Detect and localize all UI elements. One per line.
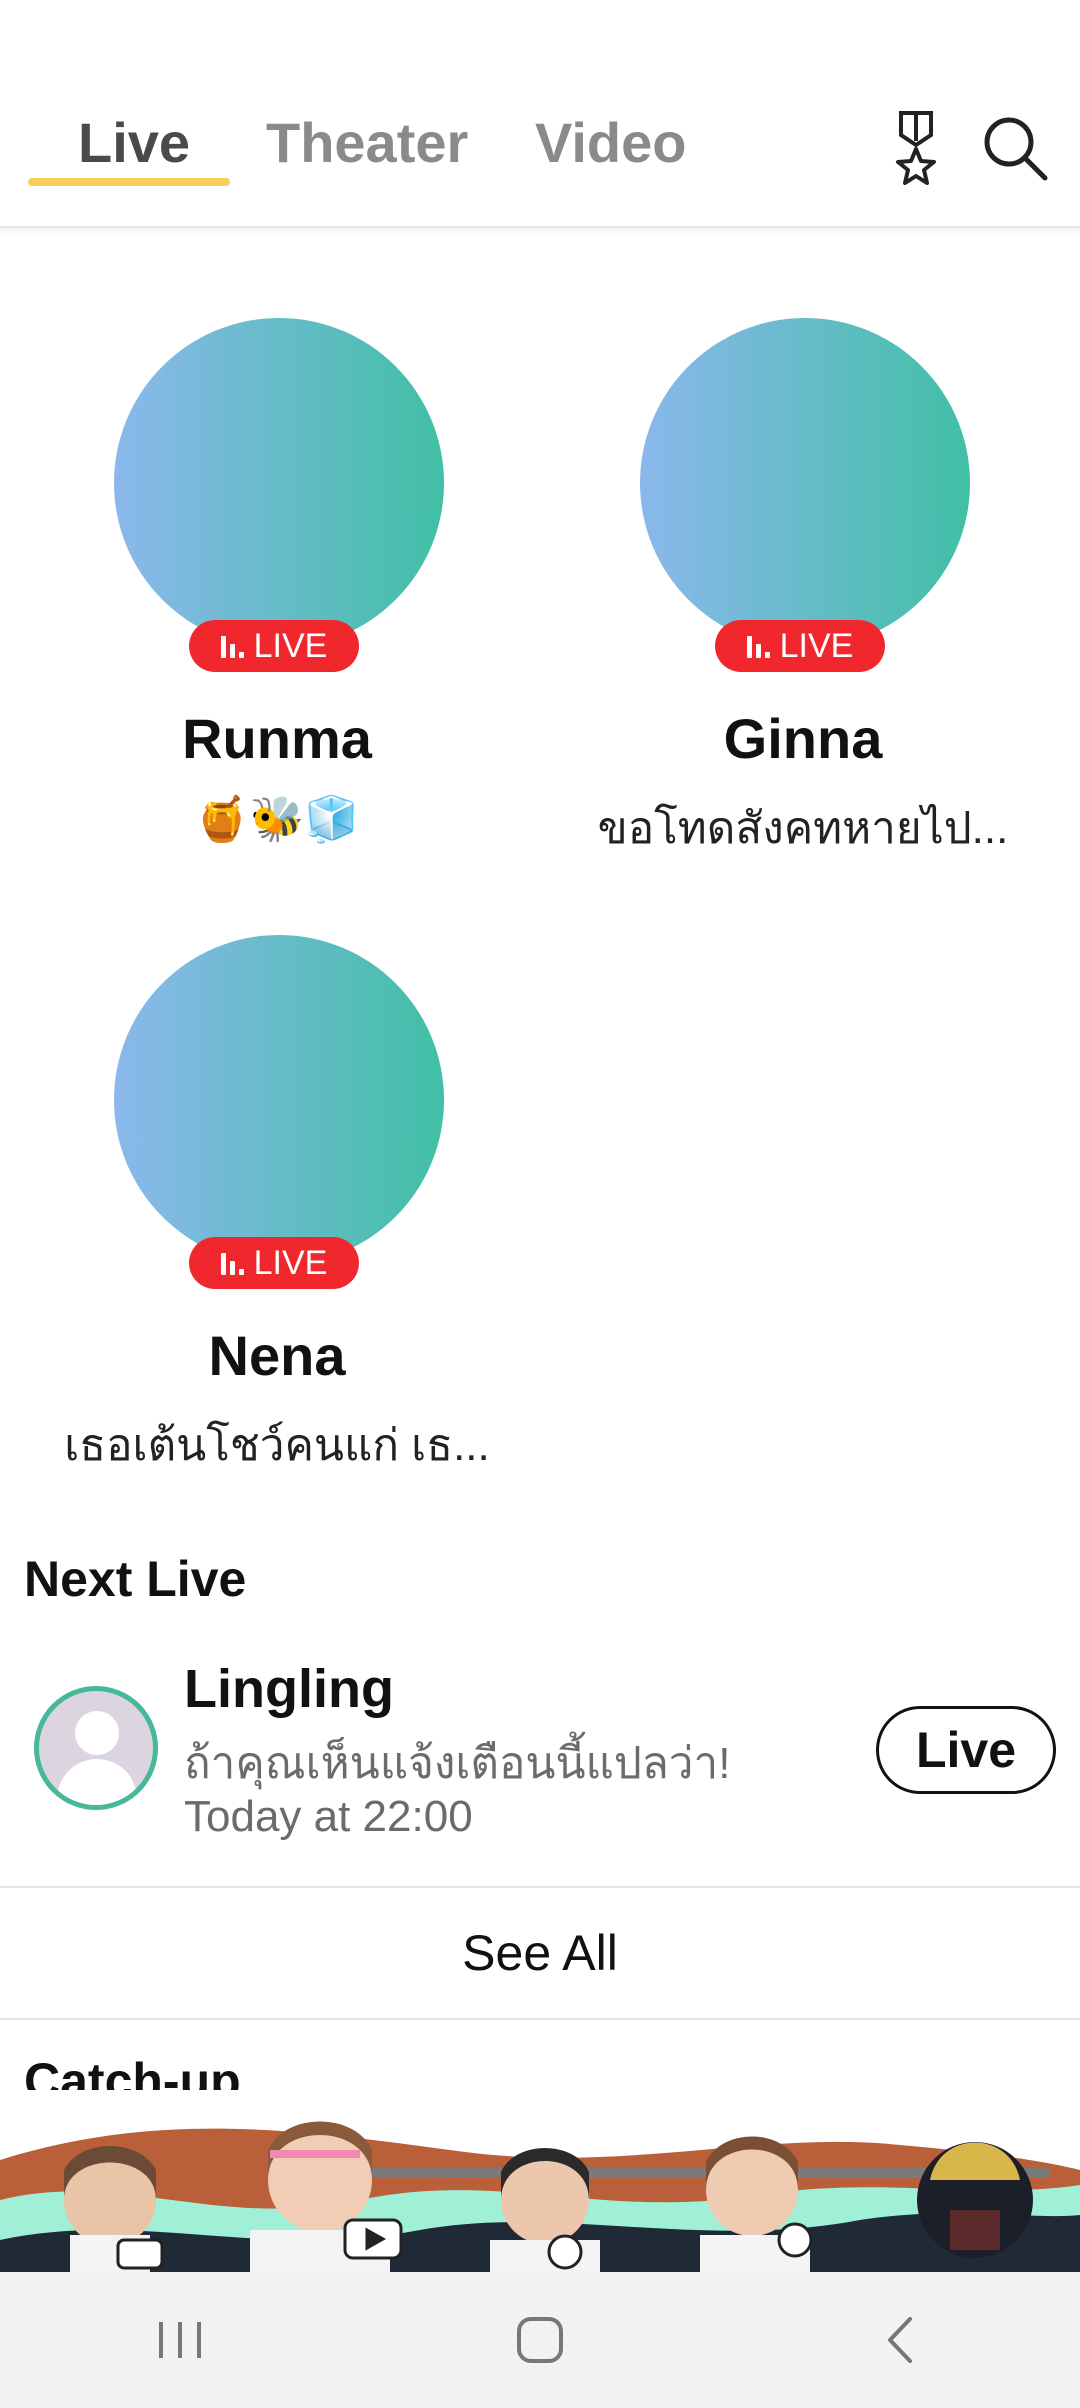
next-live-time: Today at 22:00 xyxy=(184,1792,473,1841)
live-bars-icon xyxy=(746,634,770,658)
next-live-description: ถ้าคุณเห็นแจ้งเตือนนี้แปลว่า! xyxy=(184,1739,731,1788)
live-button[interactable]: Live xyxy=(876,1706,1056,1794)
live-bars-icon xyxy=(220,1251,244,1275)
avatar xyxy=(34,1686,158,1810)
next-live-name: Lingling xyxy=(184,1659,394,1719)
live-badge-label: LIVE xyxy=(779,626,854,665)
anime-avatar xyxy=(917,2142,1033,2258)
stream-caption: 🍯🐝🧊 xyxy=(194,795,360,844)
live-card-runma[interactable]: LIVE Runma 🍯🐝🧊 xyxy=(67,318,487,844)
live-bars-icon xyxy=(220,634,244,658)
back-icon xyxy=(888,2317,912,2363)
streamer-name: Ginna xyxy=(723,707,883,770)
streamer-avatar xyxy=(114,935,444,1265)
live-card-nena[interactable]: LIVE Nena เธอเต้นโชว์คนแก่ เธ... xyxy=(64,935,490,1470)
tab-video[interactable]: Video xyxy=(535,110,686,175)
live-badge-label: LIVE xyxy=(253,626,328,665)
home-icon xyxy=(517,2317,563,2363)
active-tab-indicator xyxy=(28,178,230,186)
recent-apps-button[interactable] xyxy=(100,2272,260,2408)
next-live-heading: Next Live xyxy=(24,1551,247,1607)
next-live-item[interactable]: Lingling ถ้าคุณเห็นแจ้งเตือนนี้แปลว่า! T… xyxy=(0,1640,1080,1886)
live-badge: LIVE xyxy=(189,1237,359,1289)
tab-theater[interactable]: Theater xyxy=(266,110,468,175)
live-badge-label: LIVE xyxy=(253,1243,328,1282)
streamer-avatar xyxy=(114,318,444,648)
tab-live[interactable]: Live xyxy=(78,110,190,175)
recent-apps-icon xyxy=(159,2322,201,2358)
home-button[interactable] xyxy=(460,2272,620,2408)
catchup-banner-art xyxy=(0,2090,1080,2272)
system-navigation-bar xyxy=(0,2272,1080,2408)
live-card-ginna[interactable]: LIVE Ginna ขอโทดสังคทหายไป... xyxy=(593,318,1013,853)
streamer-name: Nena xyxy=(208,1324,346,1387)
ranking-button[interactable] xyxy=(876,108,956,188)
top-tab-bar: Live Theater Video xyxy=(0,0,1080,228)
live-badge: LIVE xyxy=(715,620,885,672)
stream-caption: ขอโทดสังคทหายไป... xyxy=(597,804,1009,853)
search-icon xyxy=(984,117,1048,181)
stream-caption: เธอเต้นโชว์คนแก่ เธ... xyxy=(64,1421,490,1470)
streamer-name: Runma xyxy=(182,707,372,770)
live-badge: LIVE xyxy=(189,620,359,672)
search-button[interactable] xyxy=(975,108,1055,188)
back-button[interactable] xyxy=(820,2272,980,2408)
streamer-avatar xyxy=(640,318,970,648)
member-photo-3 xyxy=(490,2148,600,2272)
medal-icon xyxy=(896,111,936,185)
catchup-banner[interactable] xyxy=(0,2090,1080,2272)
see-all-button[interactable]: See All xyxy=(0,1886,1080,2020)
